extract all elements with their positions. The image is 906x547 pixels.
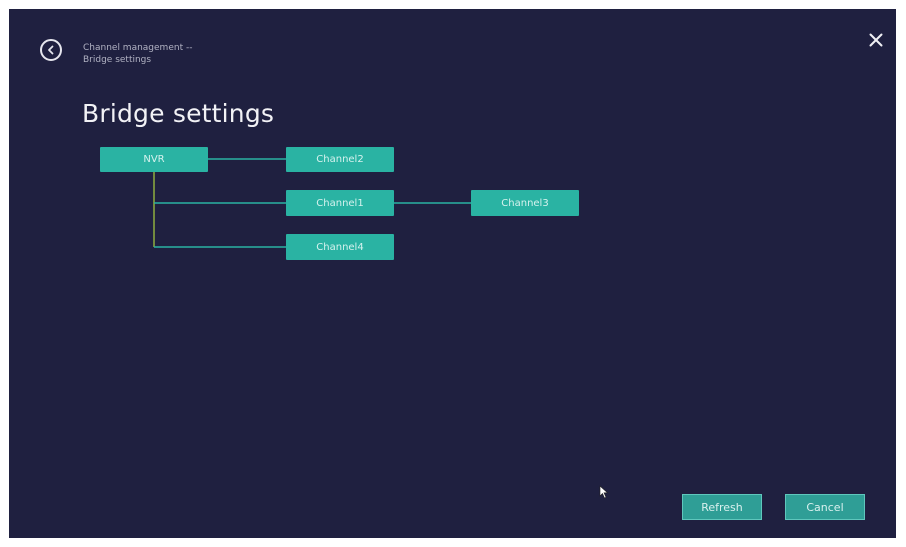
cancel-button[interactable]: Cancel	[785, 494, 865, 520]
bridge-tree-connectors	[153, 158, 471, 248]
breadcrumb-current: Bridge settings	[83, 55, 152, 65]
tree-node-channel4[interactable]: Channel4	[286, 234, 394, 260]
close-button[interactable]	[865, 29, 887, 51]
bridge-settings-window: Channel management -- Bridge settings Br…	[9, 9, 896, 538]
refresh-button[interactable]: Refresh	[682, 494, 762, 520]
breadcrumb: Channel management -- Bridge settings	[83, 42, 192, 66]
back-button[interactable]	[40, 39, 62, 61]
tree-node-channel3[interactable]: Channel3	[471, 190, 579, 216]
back-arrow-icon	[48, 45, 54, 55]
close-icon	[869, 33, 883, 47]
tree-node-channel1[interactable]: Channel1	[286, 190, 394, 216]
mouse-pointer-icon	[599, 485, 609, 499]
breadcrumb-parent: Channel management --	[83, 43, 193, 53]
page-title: Bridge settings	[82, 99, 275, 128]
tree-node-channel2[interactable]: Channel2	[286, 147, 394, 172]
tree-node-root[interactable]: NVR	[100, 147, 208, 172]
